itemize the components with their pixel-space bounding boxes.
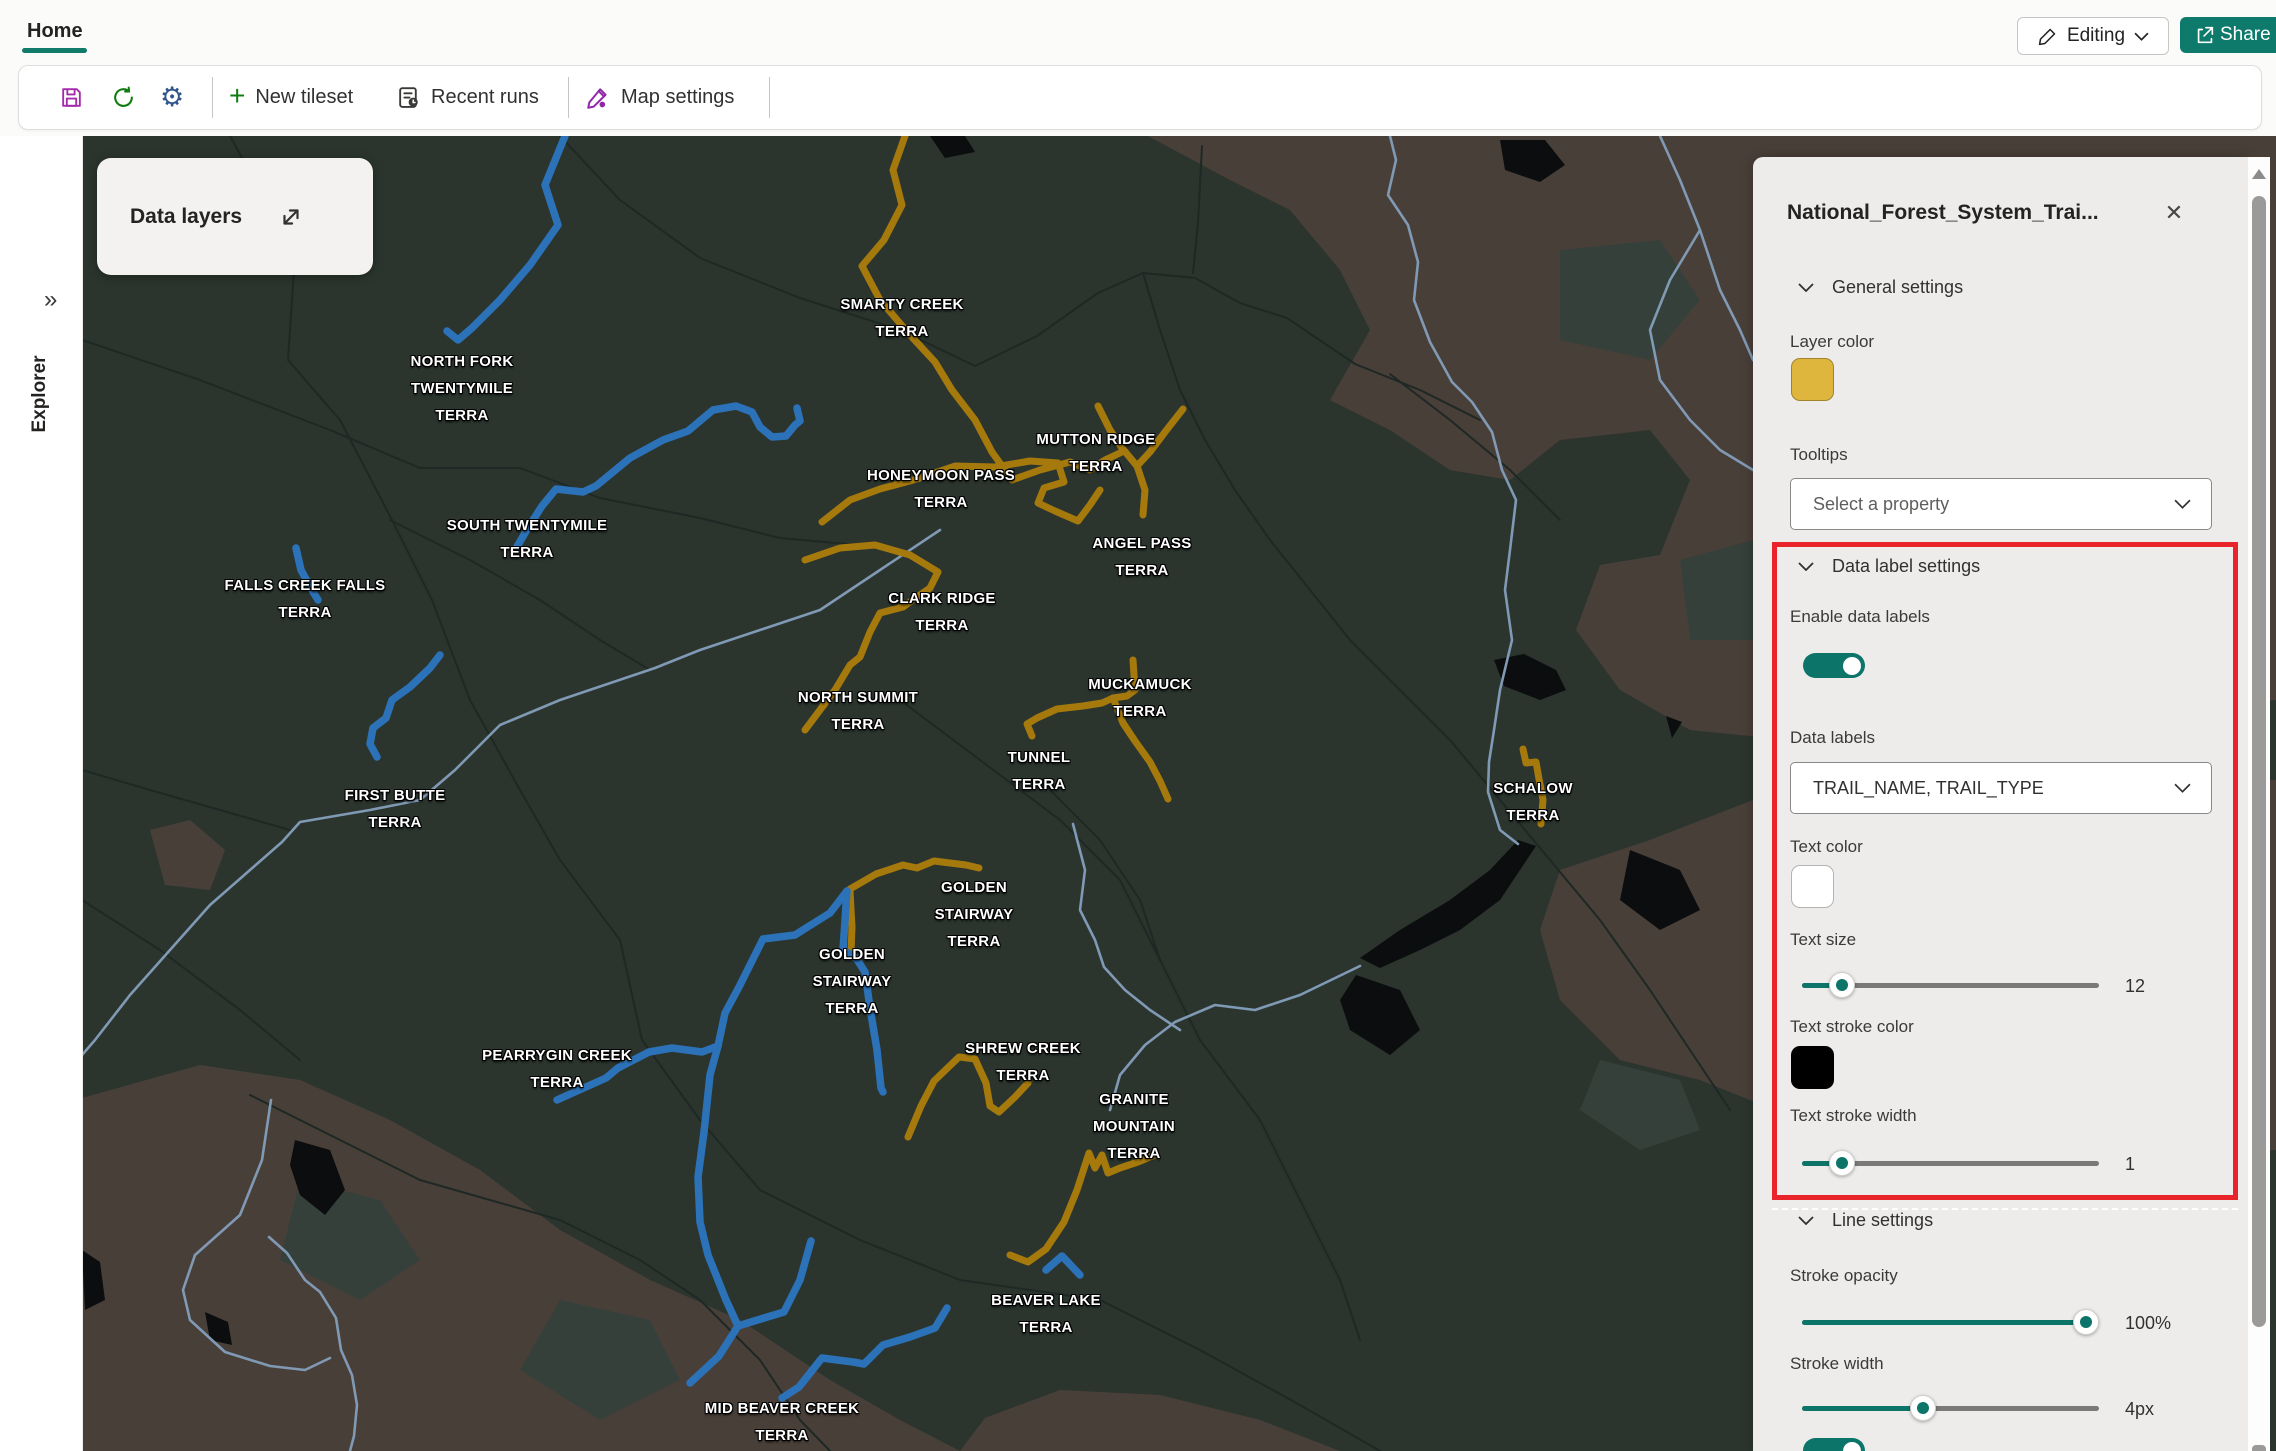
stroke-opacity-value: 100% <box>2125 1313 2171 1334</box>
toolbar-divider <box>769 77 770 118</box>
refresh-icon <box>111 85 136 110</box>
stroke-width-value: 4px <box>2125 1399 2154 1420</box>
slider-fill <box>1802 1320 2090 1325</box>
tooltips-label: Tooltips <box>1790 445 1848 465</box>
data-labels-value: TRAIL_NAME, TRAIL_TYPE <box>1813 778 2044 799</box>
expand-diagonal-icon[interactable] <box>278 204 304 230</box>
trail-line <box>850 891 852 952</box>
stroke-width-slider[interactable] <box>1802 1395 2099 1421</box>
chevron-down-icon <box>1798 1216 1814 1225</box>
chevron-down-icon <box>1798 562 1814 571</box>
stroke-opacity-label: Stroke opacity <box>1790 1266 1898 1286</box>
slider-thumb[interactable] <box>1910 1395 1936 1421</box>
settings-button[interactable]: ⚙ <box>160 66 184 129</box>
section-general-settings[interactable]: General settings <box>1798 277 1963 298</box>
chevron-down-icon <box>1798 283 1814 292</box>
editing-mode-button[interactable]: Editing <box>2017 17 2169 55</box>
scrollbar-thumb[interactable] <box>2252 196 2266 1327</box>
text-size-label: Text size <box>1790 930 1856 950</box>
layer-color-label: Layer color <box>1790 332 1874 352</box>
data-layers-title: Data layers <box>130 205 242 229</box>
tab-home-underline <box>22 48 87 53</box>
text-size-slider[interactable] <box>1802 972 2099 998</box>
chevron-down-icon <box>2174 499 2191 509</box>
toggle-knob <box>1843 1442 1861 1451</box>
slider-fill <box>1802 1406 1917 1411</box>
panel-scrollbar[interactable] <box>2248 157 2270 1451</box>
chevron-down-icon <box>2134 32 2149 41</box>
refresh-button[interactable] <box>111 66 136 129</box>
explorer-rail: » Explorer <box>0 136 83 1451</box>
chevrons-right-icon[interactable]: » <box>44 286 57 314</box>
recent-runs-icon <box>396 85 421 110</box>
share-icon <box>2194 24 2216 46</box>
slider-thumb[interactable] <box>2073 1309 2099 1335</box>
layer-settings-panel: National_Forest_System_Trai... ✕ General… <box>1753 157 2248 1451</box>
toolbar-divider <box>568 77 569 118</box>
stroke-opacity-slider[interactable] <box>1802 1309 2099 1335</box>
slider-fill <box>1802 983 1831 988</box>
text-stroke-width-value: 1 <box>2125 1154 2135 1175</box>
toggle-knob <box>1843 657 1861 675</box>
panel-title: National_Forest_System_Trai... <box>1787 201 2167 225</box>
stroke-width-label: Stroke width <box>1790 1354 1884 1374</box>
data-layers-card[interactable]: Data layers <box>97 158 373 275</box>
enable-data-labels-toggle[interactable] <box>1803 653 1865 678</box>
text-size-value: 12 <box>2125 976 2145 997</box>
toolbar: ⚙ + New tileset Recent runs <box>18 65 2262 130</box>
app-window: SMARTY CREEK TERRANORTH FORK TWENTYMILE … <box>0 0 2276 1451</box>
general-settings-label: General settings <box>1832 277 1963 298</box>
new-tileset-label: New tileset <box>255 86 353 109</box>
recent-runs-button[interactable]: Recent runs <box>396 66 539 129</box>
text-stroke-color-label: Text stroke color <box>1790 1017 1914 1037</box>
text-stroke-width-label: Text stroke width <box>1790 1106 1917 1126</box>
data-label-settings-label: Data label settings <box>1832 556 1980 577</box>
slider-thumb[interactable] <box>1829 1150 1855 1176</box>
top-bar: Home ⚙ + <box>0 0 2276 136</box>
data-labels-dropdown[interactable]: TRAIL_NAME, TRAIL_TYPE <box>1790 762 2212 814</box>
share-label: Share <box>2220 24 2271 46</box>
toolbar-divider <box>212 77 213 118</box>
slider-thumb[interactable] <box>1829 972 1855 998</box>
gear-icon: ⚙ <box>160 82 184 113</box>
map-settings-icon <box>585 85 611 111</box>
pencil-icon <box>2037 26 2058 47</box>
slider-fill <box>1802 1161 1831 1166</box>
map-settings-label: Map settings <box>621 86 734 109</box>
text-color-swatch[interactable] <box>1791 865 1834 908</box>
tooltips-placeholder: Select a property <box>1813 494 1949 515</box>
highlight-rectangle <box>1772 542 2238 1200</box>
editing-label: Editing <box>2067 25 2125 47</box>
text-stroke-color-swatch[interactable] <box>1791 1046 1834 1089</box>
plus-icon: + <box>229 80 245 112</box>
data-labels-label: Data labels <box>1790 728 1875 748</box>
new-tileset-button[interactable]: + New tileset <box>229 66 353 129</box>
partially-visible-toggle[interactable] <box>1803 1438 1865 1451</box>
map-settings-button[interactable]: Map settings <box>585 66 734 129</box>
save-icon <box>59 85 84 110</box>
scrollbar-bottom[interactable] <box>2252 1445 2266 1451</box>
share-button[interactable]: Share <box>2180 17 2276 53</box>
line-settings-label: Line settings <box>1832 1210 1933 1231</box>
close-icon[interactable]: ✕ <box>2158 197 2190 229</box>
explorer-label[interactable]: Explorer <box>29 355 51 432</box>
section-data-label-settings[interactable]: Data label settings <box>1798 556 1980 577</box>
text-color-label: Text color <box>1790 837 1863 857</box>
recent-runs-label: Recent runs <box>431 86 539 109</box>
tab-home[interactable]: Home <box>27 20 83 43</box>
chevron-down-icon <box>2174 783 2191 793</box>
save-button[interactable] <box>59 66 84 129</box>
tooltips-dropdown[interactable]: Select a property <box>1790 478 2212 530</box>
text-stroke-width-slider[interactable] <box>1802 1150 2099 1176</box>
enable-data-labels-label: Enable data labels <box>1790 607 1930 627</box>
section-line-settings[interactable]: Line settings <box>1798 1210 1933 1231</box>
layer-color-swatch[interactable] <box>1791 358 1834 401</box>
scroll-up-arrow-icon[interactable] <box>2252 169 2266 179</box>
